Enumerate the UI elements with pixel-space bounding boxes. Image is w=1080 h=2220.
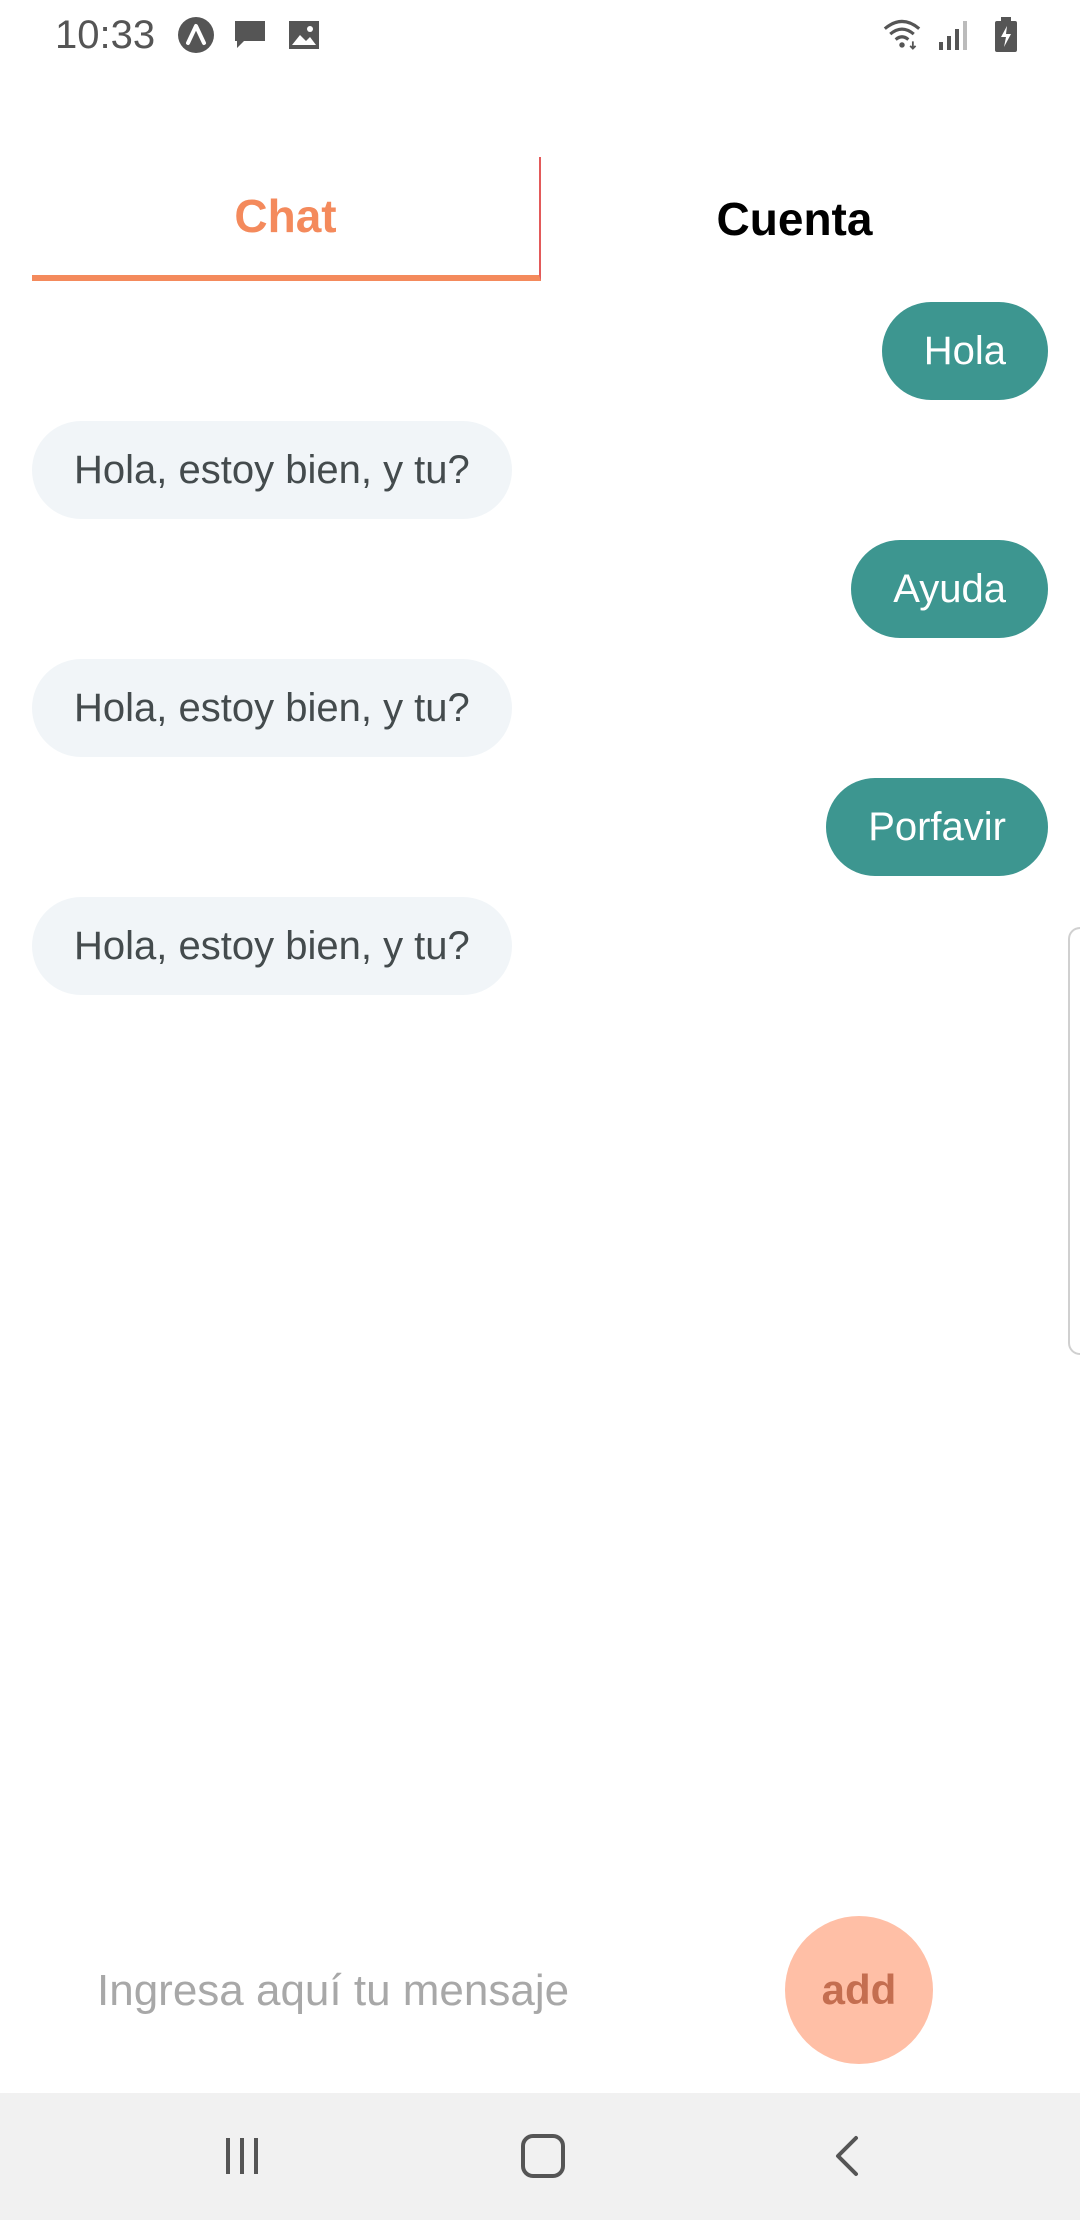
message-row: Porfavir	[32, 778, 1048, 876]
message-row: Hola, estoy bien, y tu?	[32, 421, 1048, 519]
message-row: Hola, estoy bien, y tu?	[32, 659, 1048, 757]
received-message-bubble: Hola, estoy bien, y tu?	[32, 421, 512, 519]
message-icon	[231, 16, 269, 54]
received-message-bubble: Hola, estoy bien, y tu?	[32, 659, 512, 757]
back-icon[interactable]	[808, 2121, 888, 2191]
received-message-bubble: Hola, estoy bien, y tu?	[32, 897, 512, 995]
message-row: Ayuda	[32, 540, 1048, 638]
add-button[interactable]: add	[785, 1916, 933, 2064]
home-icon[interactable]	[503, 2121, 583, 2191]
system-navigation-bar	[0, 2093, 1080, 2220]
status-left: 10:33	[55, 13, 323, 58]
tab-cuenta[interactable]: Cuenta	[541, 157, 1048, 281]
sent-message-bubble: Ayuda	[851, 540, 1048, 638]
chat-message-list: Hola Hola, estoy bien, y tu? Ayuda Hola,…	[32, 302, 1048, 1016]
message-composer: add	[0, 1905, 1080, 2075]
status-time: 10:33	[55, 12, 156, 57]
message-row: Hola	[32, 302, 1048, 400]
sent-message-bubble: Porfavir	[826, 778, 1048, 876]
wifi-icon	[883, 16, 921, 54]
app-a-icon	[177, 16, 215, 54]
app-screen: 10:33 Chat Cuenta Hola Hola, estoy bien,…	[0, 0, 1080, 2220]
status-right	[883, 16, 1025, 54]
message-input[interactable]	[95, 1945, 699, 2037]
status-bar: 10:33	[0, 0, 1080, 70]
battery-icon	[987, 16, 1025, 54]
recent-apps-icon[interactable]	[202, 2121, 282, 2191]
signal-icon	[935, 16, 973, 54]
message-row: Hola, estoy bien, y tu?	[32, 897, 1048, 995]
tab-bar: Chat Cuenta	[32, 157, 1048, 281]
edge-panel-handle[interactable]	[1068, 927, 1080, 1355]
sent-message-bubble: Hola	[881, 302, 1048, 400]
image-icon	[285, 16, 323, 54]
tab-chat[interactable]: Chat	[32, 157, 541, 281]
